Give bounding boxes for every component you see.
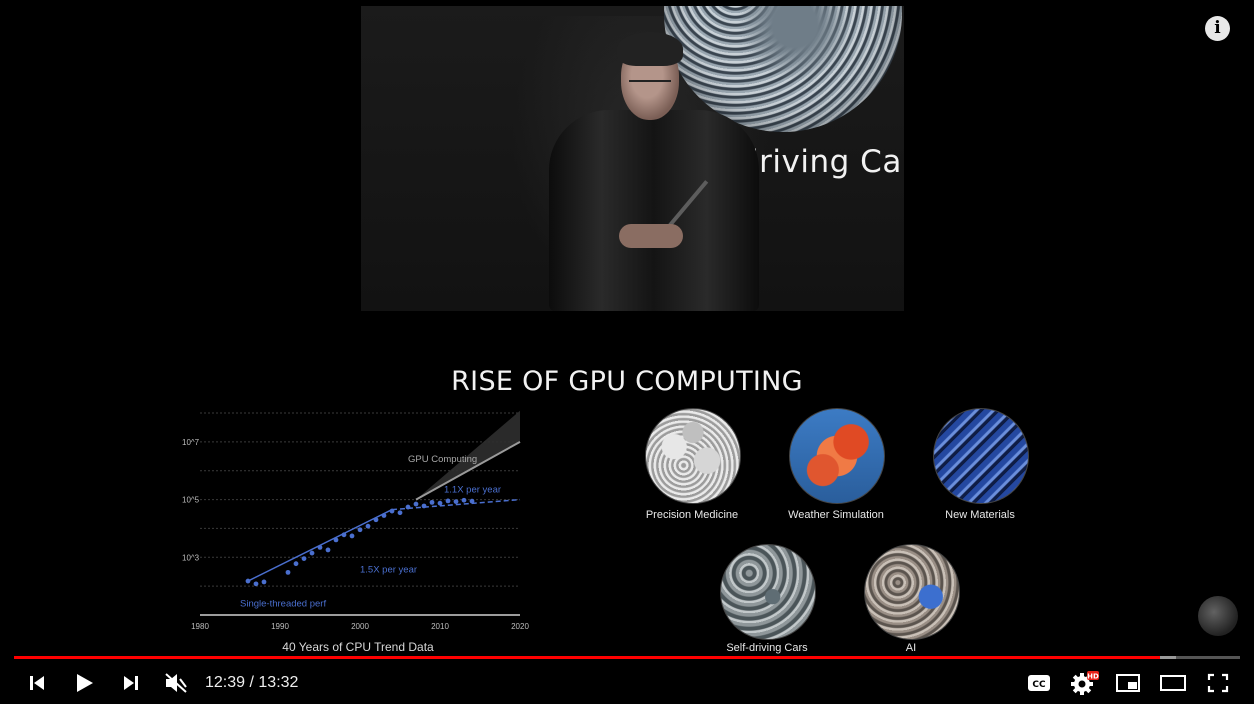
progress-bar[interactable] <box>14 656 1240 659</box>
weather-simulation-label: Weather Simulation <box>788 509 884 521</box>
speaker-glasses <box>629 72 671 82</box>
cpu-data-point <box>253 581 259 587</box>
cpu-data-point <box>389 508 395 514</box>
captions-button[interactable]: CC <box>1024 664 1054 702</box>
x-tick-label: 2000 <box>351 622 369 631</box>
time-display: 12:39 / 13:32 <box>205 674 298 692</box>
chart-annotation: 1.1X per year <box>444 484 501 495</box>
time-separator: / <box>245 674 259 691</box>
progress-played <box>14 656 1161 659</box>
volume-muted-icon <box>165 673 187 693</box>
mute-button[interactable] <box>160 664 192 702</box>
cpu-data-point <box>357 527 363 533</box>
precision-medicine-image <box>645 408 741 504</box>
chart-annotation: GPU Computing <box>408 454 477 465</box>
speaker-hands <box>619 224 683 248</box>
cpu-data-point <box>381 513 387 518</box>
cpu-data-point <box>373 517 379 523</box>
camera-slide-text: driving Cars <box>739 144 904 180</box>
svg-text:CC: CC <box>1032 680 1046 690</box>
nvidia-watermark-icon <box>1198 596 1238 636</box>
duration: 13:32 <box>258 674 299 691</box>
previous-button[interactable] <box>22 664 52 702</box>
cpu-data-point <box>325 547 331 553</box>
ai-image <box>864 544 960 640</box>
cpu-data-point <box>445 498 451 504</box>
y-tick-label: 10^3 <box>182 553 200 562</box>
fullscreen-icon <box>1207 673 1229 693</box>
cpu-data-point <box>341 532 347 538</box>
cpu-data-point <box>285 569 291 575</box>
precision-medicine-label: Precision Medicine <box>645 509 739 521</box>
captions-icon: CC <box>1028 675 1050 691</box>
settings-icon: HD <box>1071 671 1099 695</box>
cpu-data-point <box>349 533 355 539</box>
cpu-data-point <box>429 499 435 505</box>
slide-title: RISE OF GPU COMPUTING <box>451 366 803 397</box>
new-materials-image <box>933 408 1029 504</box>
chart-annotation: 1.5X per year <box>360 564 417 575</box>
cpu-data-point <box>317 545 323 550</box>
x-tick-label: 1980 <box>191 622 209 631</box>
x-tick-label: 2010 <box>431 622 449 631</box>
cpu-data-point <box>469 498 475 504</box>
x-tick-label: 1990 <box>271 622 289 631</box>
hd-badge: HD <box>1087 673 1099 681</box>
cpu-chart-caption: 40 Years of CPU Trend Data <box>282 640 434 654</box>
weather-simulation-image <box>789 408 885 504</box>
fullscreen-button[interactable] <box>1202 664 1234 702</box>
speaker-camera-view: driving Cars <box>361 6 904 311</box>
speaker-jacket <box>549 110 759 311</box>
new-materials-label: New Materials <box>945 509 1015 521</box>
cpu-data-point <box>245 578 251 584</box>
speaker-hair <box>617 32 683 66</box>
play-icon <box>77 674 93 692</box>
chart-grid <box>200 412 520 616</box>
cpu-data-point <box>453 499 459 505</box>
theater-mode-button[interactable] <box>1156 664 1190 702</box>
settings-button[interactable]: HD <box>1068 664 1102 702</box>
ai-label: AI <box>905 642 917 654</box>
x-tick-label: 2020 <box>511 622 529 631</box>
cpu-data-point <box>405 504 411 510</box>
speaker <box>549 32 759 311</box>
y-tick-label: 10^7 <box>182 438 200 447</box>
current-time: 12:39 <box>205 674 246 691</box>
chart-trends <box>247 410 521 582</box>
cpu-data-point <box>421 503 427 509</box>
cpu-data-point <box>261 579 267 585</box>
miniplayer-button[interactable] <box>1112 664 1144 702</box>
cpu-data-point <box>301 556 307 562</box>
next-icon <box>124 676 138 690</box>
cpu-data-point <box>397 510 403 516</box>
cpu-data-point <box>365 523 371 529</box>
cpu-data-point <box>461 497 467 503</box>
cpu-data-point <box>333 537 339 543</box>
chart-axes: 1980 1990 2000 2010 2020 10^3 10^5 10^7 <box>182 438 529 631</box>
cpu-data-point <box>413 501 419 507</box>
play-button[interactable] <box>68 664 100 702</box>
previous-icon <box>30 676 44 690</box>
cpu-data-point <box>309 550 315 556</box>
self-driving-cars-image <box>720 544 816 640</box>
player-controls: 12:39 / 13:32 CC HD <box>0 664 1254 704</box>
chart-annotation: Single-threaded perf <box>240 598 326 609</box>
self-driving-cars-label: Self-driving Cars <box>726 642 808 654</box>
theater-mode-icon <box>1160 675 1186 691</box>
miniplayer-icon <box>1116 674 1140 692</box>
y-tick-label: 10^5 <box>182 496 200 505</box>
cpu-trend-chart: 1980 1990 2000 2010 2020 10^3 10^5 10^7 GPU Com… <box>182 410 529 631</box>
info-icon[interactable]: i <box>1205 16 1230 41</box>
cpu-data-point <box>293 561 299 567</box>
next-button[interactable] <box>116 664 146 702</box>
cpu-data-point <box>437 500 443 506</box>
